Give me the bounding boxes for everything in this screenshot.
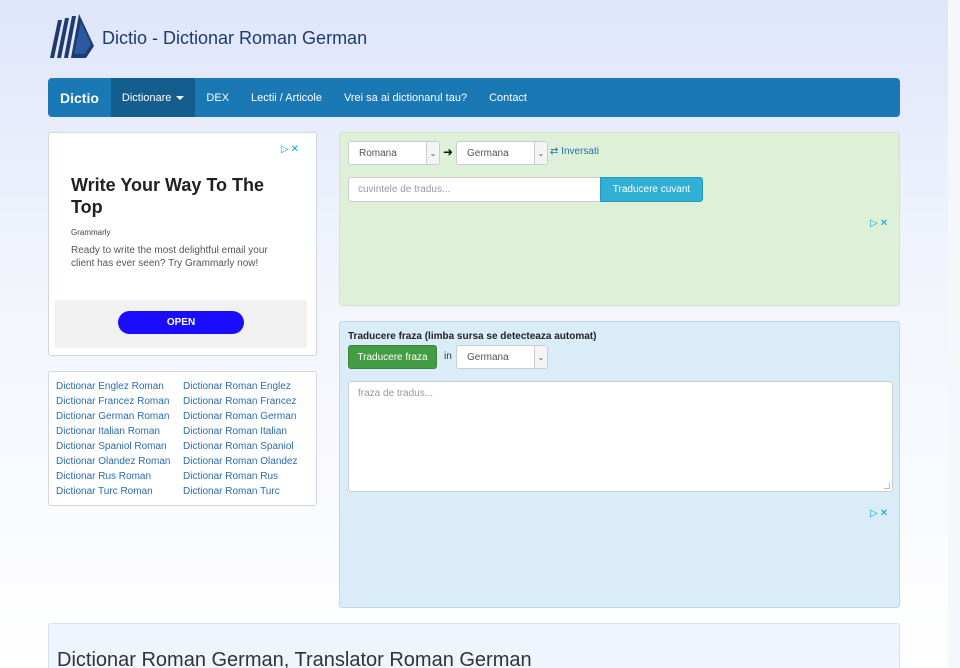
translate-phrase-button[interactable]: Traducere fraza — [348, 345, 437, 369]
chevron-down-icon: ⌄ — [534, 346, 547, 368]
list-item: Dictionar Olandez Roman Dictionar Roman … — [56, 454, 316, 469]
page-title: Dictionar Roman German, Translator Roman… — [57, 649, 532, 668]
phrase-placeholder: fraza de tradus... — [358, 388, 434, 399]
ad-creative[interactable]: ▷✕ Write Your Way To The Top Grammarly R… — [55, 140, 307, 348]
ad-brand: Grammarly — [71, 228, 111, 237]
ad-title[interactable]: Write Your Way To The Top — [71, 174, 291, 218]
phrase-target-language-value: Germana — [467, 351, 509, 363]
chevron-down-icon: ⌄ — [426, 142, 439, 164]
dict-link[interactable]: Dictionar Olandez Roman — [56, 454, 183, 469]
list-item: Dictionar Francez Roman Dictionar Roman … — [56, 394, 316, 409]
source-language-select[interactable]: Romana ⌄ — [348, 141, 440, 165]
site-title: Dictio - Dictionar Roman German — [102, 27, 368, 48]
page-heading-panel: Dictionar Roman German, Translator Roman… — [48, 623, 900, 668]
source-language-value: Romana — [359, 147, 397, 159]
chevron-down-icon: ⌄ — [534, 142, 547, 164]
caret-down-icon — [176, 95, 185, 100]
list-item: Dictionar Italian Roman Dictionar Roman … — [56, 424, 316, 439]
nav-item-own-dictionary[interactable]: Vrei sa ai dictionarul tau? — [333, 78, 478, 117]
target-language-value: Germana — [467, 147, 509, 159]
dict-link[interactable]: Dictionar Roman Turc — [183, 484, 310, 499]
scrollbar-track[interactable] — [948, 0, 960, 668]
swap-languages-link[interactable]: ⇄ Inversati — [550, 146, 599, 157]
nav-item-contact[interactable]: Contact — [478, 78, 538, 117]
site-logo[interactable]: Dictio - Dictionar Roman German — [48, 12, 367, 62]
dict-link[interactable]: Dictionar Roman Spaniol — [183, 439, 310, 454]
nav-item-dictionare[interactable]: Dictionare — [110, 78, 196, 117]
dict-link[interactable]: Dictionar Rus Roman — [56, 469, 183, 484]
dict-link[interactable]: Dictionar Francez Roman — [56, 394, 183, 409]
in-label: in — [444, 351, 452, 362]
ad-description: Ready to write the most delightful email… — [71, 245, 268, 269]
ad-open-button[interactable]: OPEN — [118, 311, 244, 334]
dict-link[interactable]: Dictionar Roman Francez — [183, 394, 310, 409]
list-item: Dictionar Englez Roman Dictionar Roman E… — [56, 379, 316, 394]
dictionary-links: Dictionar Englez Roman Dictionar Roman E… — [48, 371, 317, 506]
left-ad-container: ▷✕ Write Your Way To The Top Grammarly R… — [48, 132, 317, 356]
word-search-input[interactable]: cuvintele de tradus... — [348, 177, 601, 202]
list-item: Dictionar Spaniol Roman Dictionar Roman … — [56, 439, 316, 454]
arrow-right-icon: ➜ — [443, 145, 454, 159]
phrase-textarea[interactable]: fraza de tradus... — [348, 381, 893, 492]
nav-item-dex[interactable]: DEX — [195, 78, 240, 117]
nav-item-lectii[interactable]: Lectii / Articole — [240, 78, 333, 117]
word-translator-panel: Romana ⌄ ➜ Germana ⌄ ⇄ Inversati cuvinte… — [339, 132, 900, 306]
dict-link[interactable]: Dictionar German Roman — [56, 409, 183, 424]
phrase-translator-panel: Traducere fraza (limba sursa se detectea… — [339, 321, 900, 608]
dict-link[interactable]: Dictionar Italian Roman — [56, 424, 183, 439]
ad-footer: OPEN — [55, 300, 307, 348]
phrase-target-language-select[interactable]: Germana ⌄ — [456, 345, 548, 369]
dict-link[interactable]: Dictionar Roman Rus — [183, 469, 310, 484]
ad-choices-icon[interactable]: ▷✕ — [281, 144, 301, 155]
list-item: Dictionar Turc Roman Dictionar Roman Tur… — [56, 484, 316, 499]
swap-icon: ⇄ — [550, 146, 559, 157]
books-logo-icon — [50, 14, 94, 58]
dict-link[interactable]: Dictionar Roman Olandez — [183, 454, 310, 469]
resize-handle-icon[interactable] — [884, 483, 890, 489]
phrase-translator-title: Traducere fraza (limba sursa se detectea… — [348, 331, 597, 342]
list-item: Dictionar Rus Roman Dictionar Roman Rus — [56, 469, 316, 484]
translate-word-button[interactable]: Traducere cuvant — [600, 177, 703, 202]
dict-link[interactable]: Dictionar Spaniol Roman — [56, 439, 183, 454]
target-language-select[interactable]: Germana ⌄ — [456, 141, 548, 165]
nav-brand[interactable]: Dictio — [48, 78, 111, 117]
nav-item-label: Dictionare — [121, 91, 172, 104]
dict-link[interactable]: Dictionar Roman German — [183, 409, 310, 424]
list-item: Dictionar German Roman Dictionar Roman G… — [56, 409, 316, 424]
dict-link[interactable]: Dictionar Turc Roman — [56, 484, 183, 499]
ad-choices-icon[interactable]: ▷✕ — [870, 218, 890, 229]
dict-link[interactable]: Dictionar Roman Italian — [183, 424, 310, 439]
ad-choices-icon[interactable]: ▷✕ — [870, 508, 890, 519]
dict-link[interactable]: Dictionar Roman Englez — [183, 379, 310, 394]
dict-link[interactable]: Dictionar Englez Roman — [56, 379, 183, 394]
main-navbar: Dictio Dictionare DEX Lectii / Articole … — [48, 78, 900, 117]
swap-label: Inversati — [561, 146, 599, 157]
